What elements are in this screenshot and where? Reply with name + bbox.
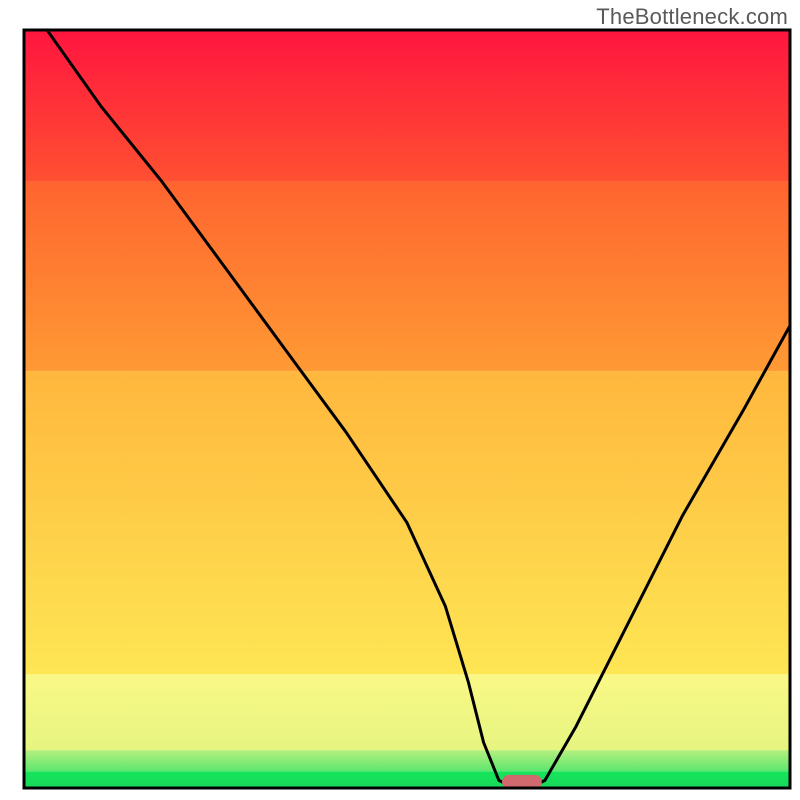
orange-band xyxy=(24,182,790,372)
green-band xyxy=(24,771,790,788)
mint-band xyxy=(24,750,790,771)
pale-band xyxy=(24,674,790,750)
red-band xyxy=(24,30,790,182)
chart-frame: TheBottleneck.com xyxy=(0,0,800,800)
bottleneck-chart xyxy=(0,0,800,800)
